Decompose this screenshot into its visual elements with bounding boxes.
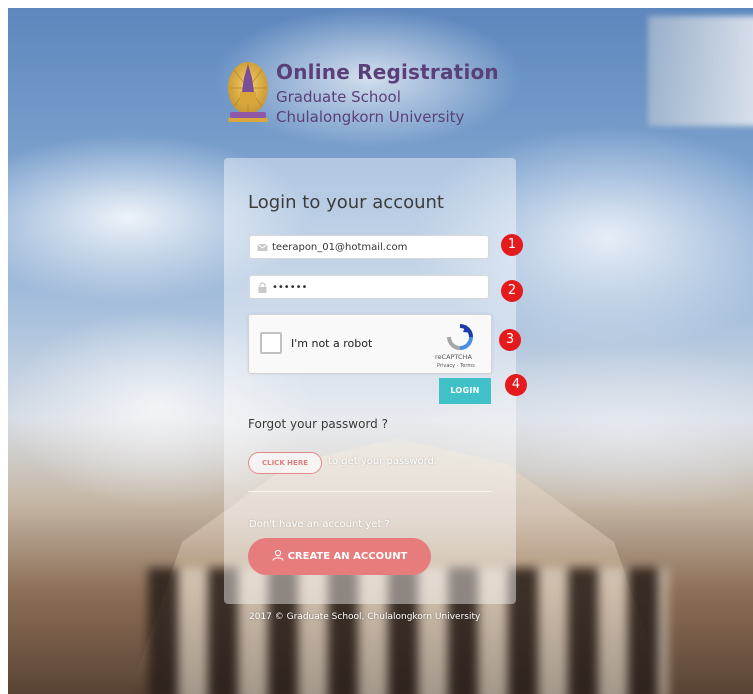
step-badge-1: 1 xyxy=(501,234,523,256)
lock-icon xyxy=(258,282,267,293)
recaptcha-logo-icon xyxy=(447,324,473,350)
recaptcha-brand: reCAPTCHA xyxy=(435,353,472,361)
app-subtitle-university: Chulalongkorn University xyxy=(276,108,465,126)
step-badge-4: 4 xyxy=(505,374,527,396)
no-account-prompt: Don't have an account yet ? xyxy=(249,519,390,530)
site-header: Online Registration Graduate School Chul… xyxy=(226,56,526,136)
recaptcha-widget: I'm not a robot reCAPTCHA Privacy - Term… xyxy=(248,314,492,374)
app-subtitle: Graduate School xyxy=(276,88,401,106)
click-here-button[interactable]: CLICK HERE xyxy=(248,452,322,474)
password-input[interactable] xyxy=(272,278,482,296)
login-button[interactable]: LOGIN xyxy=(439,378,491,404)
step-badge-3: 3 xyxy=(499,329,521,351)
background-building-corner xyxy=(648,16,753,126)
panel-divider xyxy=(248,491,492,492)
user-icon xyxy=(272,549,284,561)
email-input[interactable] xyxy=(272,238,482,256)
recaptcha-links[interactable]: Privacy - Terms xyxy=(437,363,475,369)
create-account-label: CREATE AN ACCOUNT xyxy=(287,551,408,562)
get-password-text: to get your password. xyxy=(328,456,438,467)
footer-copyright: 2017 © Graduate School, Chulalongkorn Un… xyxy=(249,612,481,622)
forgot-password-heading: Forgot your password ? xyxy=(248,417,388,431)
recaptcha-label: I'm not a robot xyxy=(291,337,373,350)
step-badge-2: 2 xyxy=(501,280,523,302)
password-field[interactable] xyxy=(249,275,489,299)
recaptcha-checkbox[interactable] xyxy=(260,332,282,354)
create-account-button[interactable]: CREATE AN ACCOUNT xyxy=(248,538,431,575)
login-heading: Login to your account xyxy=(248,192,444,213)
app-title: Online Registration xyxy=(276,60,499,84)
envelope-icon xyxy=(257,243,268,251)
email-field[interactable] xyxy=(249,235,489,259)
chula-crest-icon xyxy=(228,62,268,122)
